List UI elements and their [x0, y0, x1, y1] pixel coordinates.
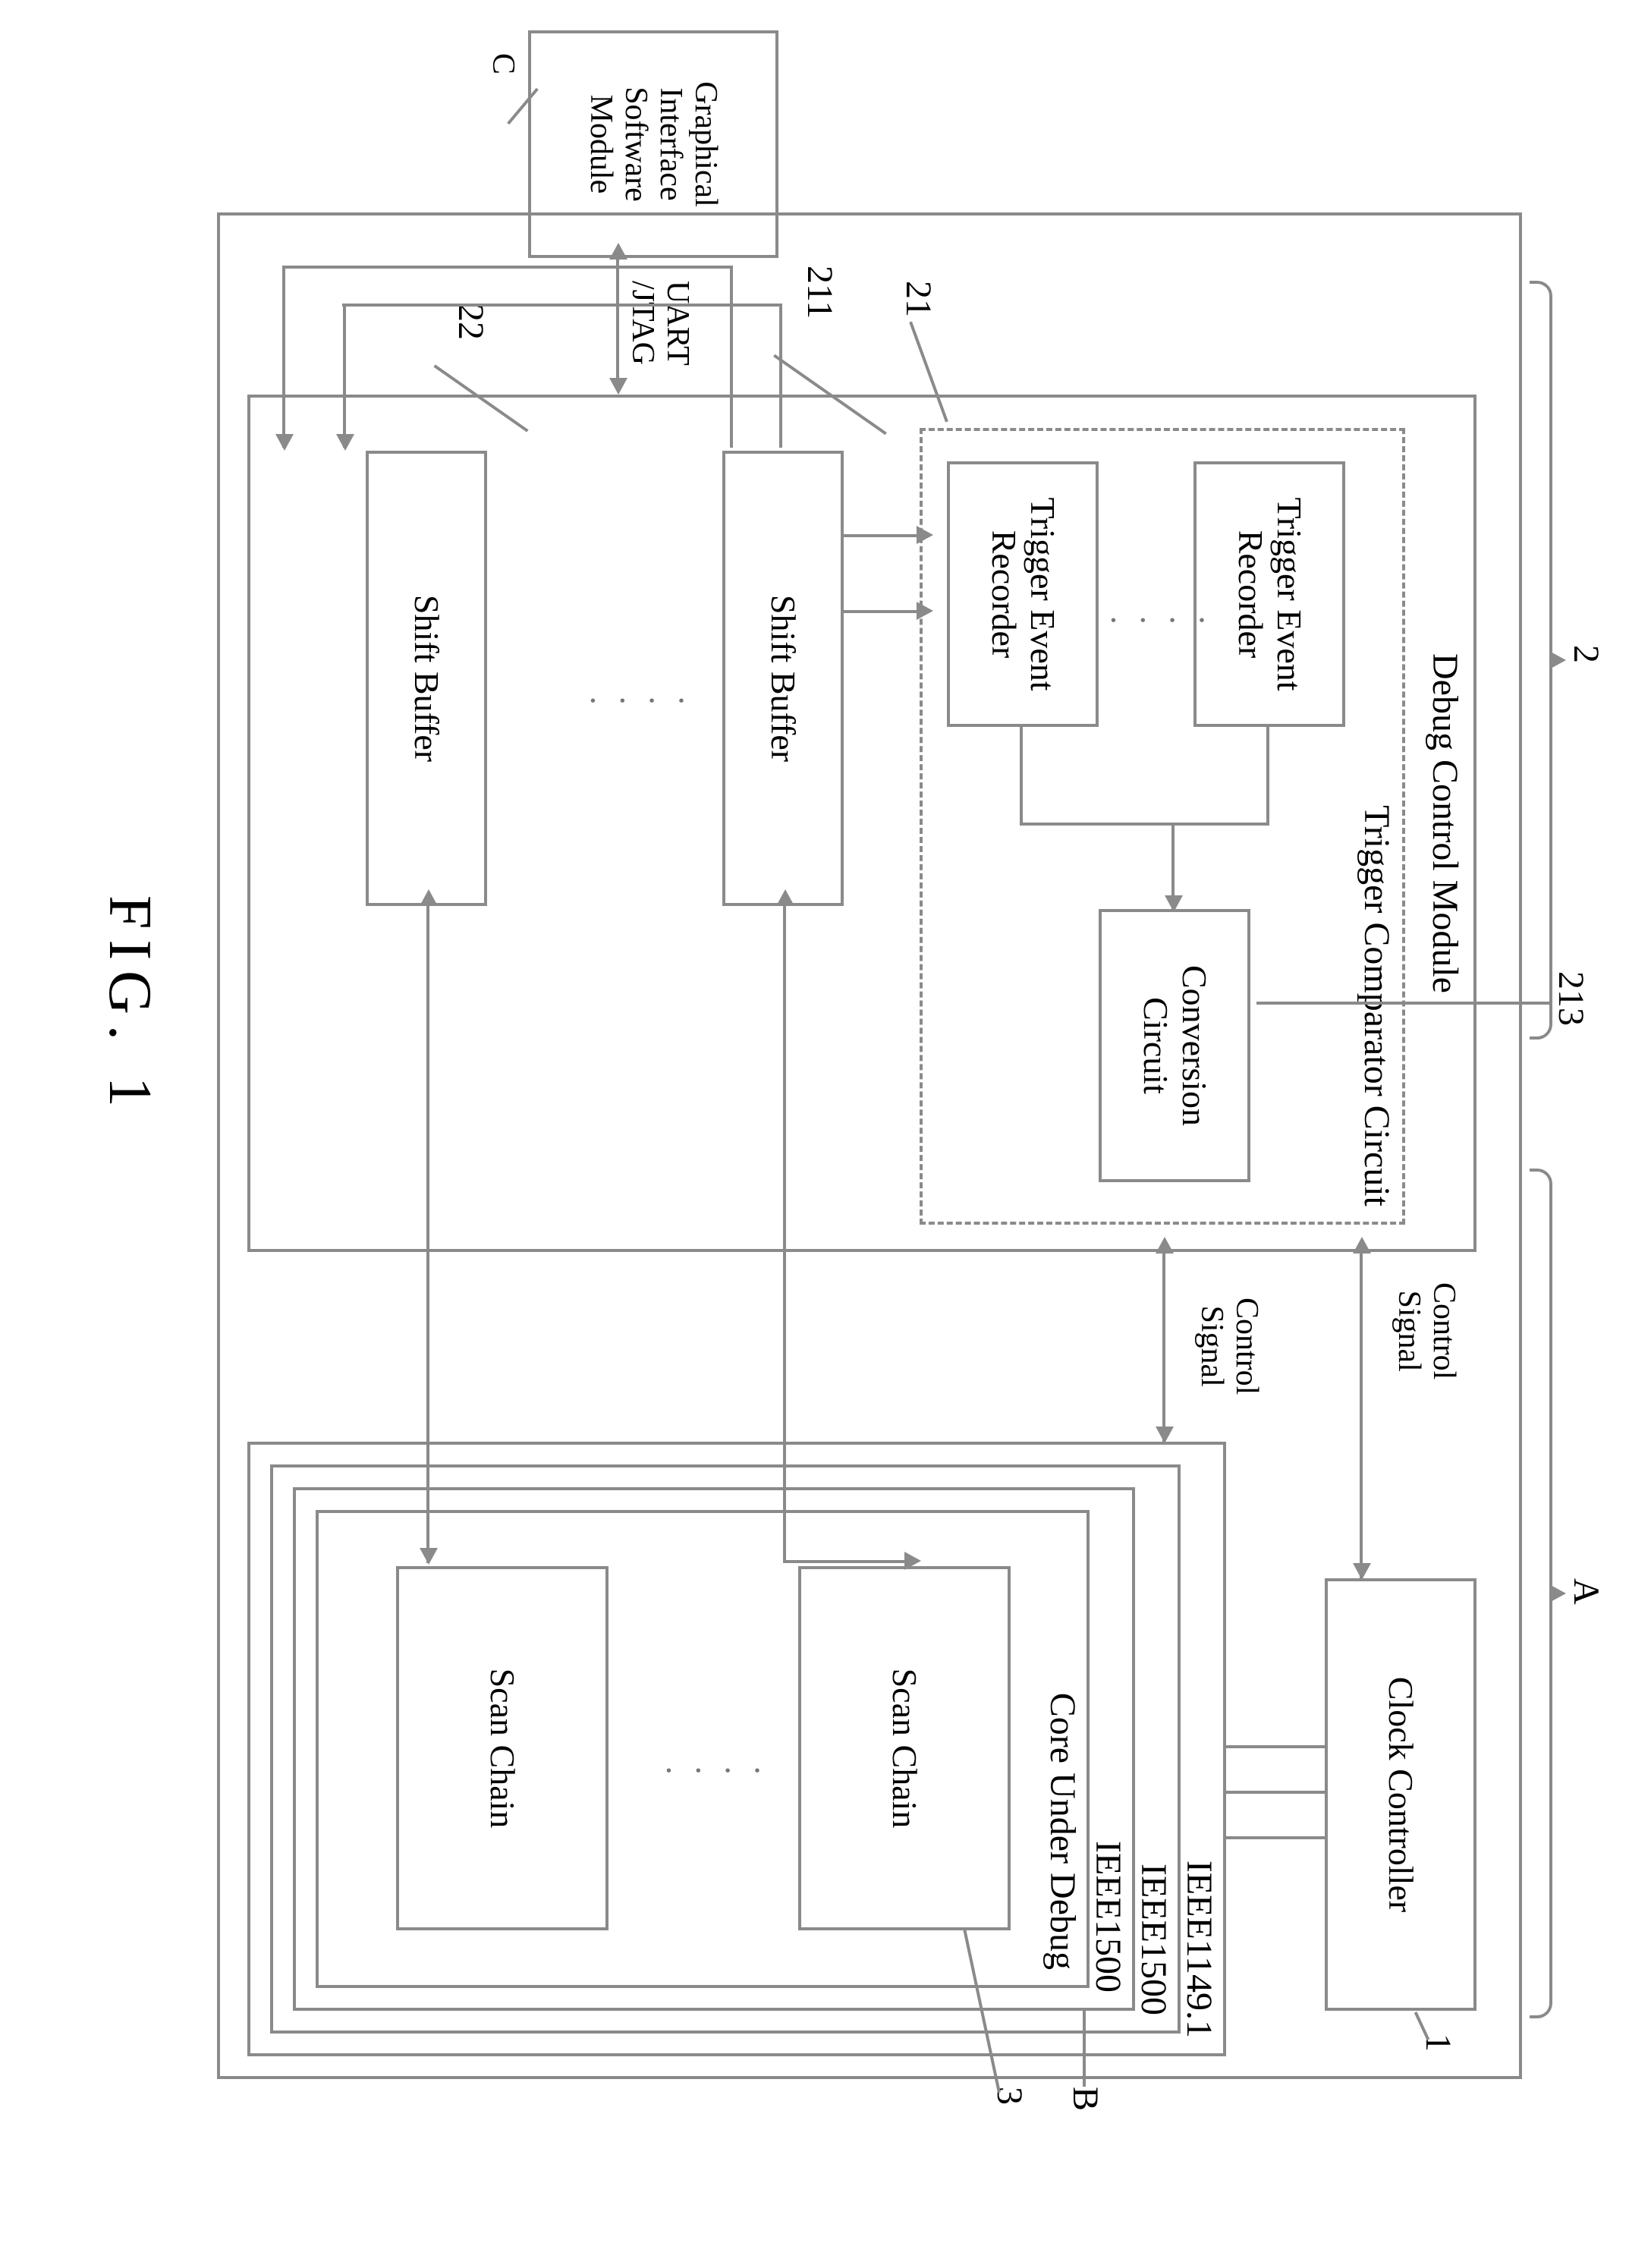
- scan-chain-1: Scan Chain: [798, 1566, 1011, 1930]
- ref-213: 213: [1550, 971, 1590, 1026]
- control-signal-2: Control Signal: [1194, 1298, 1264, 1395]
- ref-3: 3: [989, 2087, 1029, 2105]
- sc-dots: · · · ·: [659, 1751, 763, 1790]
- ref-21: 21: [898, 281, 938, 317]
- shift-buffer-2: Shift Buffer: [366, 451, 487, 906]
- brace-A: [1530, 1169, 1552, 2018]
- ref-B: B: [1065, 2087, 1105, 2111]
- ter-1: Trigger Event Recorder: [1193, 461, 1345, 727]
- ref-22: 22: [450, 304, 490, 340]
- ter-dots: · · · ·: [1103, 601, 1208, 640]
- ieee1500-label-2: IEEE1500: [1087, 1841, 1127, 1993]
- ieee1500-label-1: IEEE1500: [1133, 1864, 1173, 2015]
- ter-2: Trigger Event Recorder: [947, 461, 1099, 727]
- ref-2: 2: [1565, 645, 1605, 663]
- ieee11491-label: IEEE1149.1: [1178, 1861, 1219, 2038]
- control-signal-1: Control Signal: [1392, 1282, 1461, 1379]
- ref-211: 211: [799, 266, 839, 319]
- sb-dots: · · · ·: [583, 681, 687, 720]
- debug-module-title: Debug Control Module: [1424, 653, 1464, 993]
- conversion-circuit: Conversion Circuit: [1099, 909, 1250, 1182]
- shift-buffer-1: Shift Buffer: [722, 451, 844, 906]
- ref-A: A: [1565, 1578, 1605, 1605]
- diagram-canvas: Graphical Interface Software Module C UA…: [0, 0, 1651, 2268]
- gism-ref-c: C: [486, 53, 520, 74]
- debug-control-module: Debug Control Module Trigger Comparator …: [247, 395, 1476, 1252]
- trigger-comparator-circuit: Trigger Comparator Circuit Trigger Event…: [920, 428, 1405, 1225]
- figure-label: FIG. 1: [95, 895, 164, 1118]
- clock-controller: Clock Controller: [1325, 1578, 1476, 2011]
- ref-1: 1: [1417, 2034, 1458, 2052]
- scan-chain-2: Scan Chain: [396, 1566, 609, 1930]
- cud-label: Core Under Debug: [1042, 1693, 1082, 1970]
- brace-2: [1530, 281, 1552, 1040]
- tcc-title: Trigger Comparator Circuit: [1356, 805, 1396, 1206]
- core-under-debug: Core Under Debug Scan Chain Scan Chain ·…: [316, 1510, 1090, 1988]
